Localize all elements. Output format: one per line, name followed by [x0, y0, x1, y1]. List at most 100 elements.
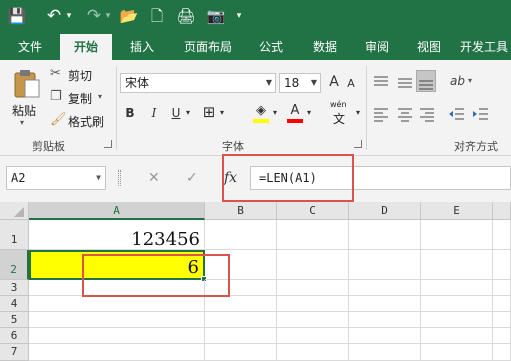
column-header-f[interactable] [493, 202, 511, 220]
row-header-5[interactable]: 5 [0, 312, 29, 328]
cell-c1[interactable] [277, 220, 349, 250]
underline-dropdown-icon[interactable]: ▾ [184, 104, 192, 122]
save-icon[interactable]: 💾 [6, 4, 28, 28]
cell-d4[interactable] [349, 296, 421, 312]
cell-f5[interactable] [493, 312, 511, 328]
font-launcher-icon[interactable] [354, 140, 362, 148]
cell-d3[interactable] [349, 280, 421, 296]
column-header-b[interactable]: B [205, 202, 277, 220]
phonetic-dropdown-icon[interactable]: ▾ [354, 104, 362, 122]
tab-formulas[interactable]: 公式 [248, 34, 294, 60]
cell-f4[interactable] [493, 296, 511, 312]
shrink-font-icon[interactable]: A [344, 75, 358, 93]
cell-f6[interactable] [493, 328, 511, 344]
align-center-icon[interactable] [396, 106, 414, 122]
cell-e4[interactable] [421, 296, 493, 312]
cell-a5[interactable] [29, 312, 205, 328]
print-preview-icon[interactable]: 🖨 [175, 4, 197, 28]
font-color-dropdown-icon[interactable]: ▾ [305, 104, 313, 122]
cell-b5[interactable] [205, 312, 277, 328]
cut-button[interactable]: ✂ 剪切 [50, 66, 110, 84]
tab-view[interactable]: 视图 [406, 34, 452, 60]
column-header-e[interactable]: E [421, 202, 493, 220]
font-color-button[interactable]: A [286, 102, 304, 124]
row-header-4[interactable]: 4 [0, 296, 29, 312]
enter-icon[interactable]: ✓ [186, 166, 198, 190]
cell-c7[interactable] [277, 344, 349, 361]
orientation-dropdown-icon[interactable]: ▾ [468, 76, 472, 85]
row-header-1[interactable]: 1 [0, 220, 29, 250]
copy-dropdown-icon[interactable]: ▾ [98, 92, 102, 101]
cell-a4[interactable] [29, 296, 205, 312]
increase-indent-icon[interactable] [472, 106, 490, 122]
cell-e6[interactable] [421, 328, 493, 344]
customize-toolbar-icon[interactable]: ▾ [233, 4, 245, 28]
cell-c5[interactable] [277, 312, 349, 328]
cell-b1[interactable] [205, 220, 277, 250]
align-top-icon[interactable] [372, 74, 390, 90]
cell-c3[interactable] [277, 280, 349, 296]
font-name-select[interactable]: 宋体 ▼ [120, 73, 276, 93]
cell-a7[interactable] [29, 344, 205, 361]
cell-e2[interactable] [421, 250, 493, 280]
name-box[interactable]: A2 ▼ [6, 166, 106, 190]
border-icon[interactable]: ⊞ [200, 103, 218, 121]
tab-developer[interactable]: 开发工具 [460, 34, 511, 60]
cell-b7[interactable] [205, 344, 277, 361]
fill-color-button[interactable]: ◈ [252, 102, 270, 124]
cell-d6[interactable] [349, 328, 421, 344]
cell-e7[interactable] [421, 344, 493, 361]
clipboard-launcher-icon[interactable] [104, 140, 112, 148]
open-folder-icon[interactable]: 📂 [118, 4, 140, 28]
cell-d2[interactable] [349, 250, 421, 280]
paste-dropdown-icon[interactable]: ▾ [20, 118, 24, 127]
column-header-c[interactable]: C [277, 202, 349, 220]
cell-a1[interactable]: 123456 [29, 220, 205, 250]
cell-f7[interactable] [493, 344, 511, 361]
cancel-icon[interactable]: ✕ [148, 166, 160, 190]
cell-e5[interactable] [421, 312, 493, 328]
bold-button[interactable]: B [122, 104, 138, 122]
tab-home[interactable]: 开始 [60, 34, 112, 60]
cell-d5[interactable] [349, 312, 421, 328]
cell-d1[interactable] [349, 220, 421, 250]
splitter-handle[interactable] [118, 170, 121, 186]
copy-button[interactable]: ❐ 复制 ▾ [50, 89, 120, 107]
cell-d7[interactable] [349, 344, 421, 361]
underline-button[interactable]: U [168, 104, 184, 122]
cell-f3[interactable] [493, 280, 511, 296]
decrease-indent-icon[interactable] [448, 106, 466, 122]
paste-button[interactable]: 粘贴 ▾ [8, 66, 44, 130]
cell-c4[interactable] [277, 296, 349, 312]
row-header-2[interactable]: 2 [0, 250, 29, 280]
redo-dropdown-icon[interactable]: ▾ [103, 4, 113, 28]
format-painter-button[interactable]: 🖌 格式刷 [50, 112, 110, 130]
undo-icon[interactable]: ↶ [44, 4, 64, 28]
row-header-7[interactable]: 7 [0, 344, 29, 361]
italic-button[interactable]: I [146, 104, 162, 122]
cell-a6[interactable] [29, 328, 205, 344]
orientation-icon[interactable]: ab [450, 74, 465, 88]
redo-icon[interactable]: ↷ [84, 4, 104, 28]
row-header-3[interactable]: 3 [0, 280, 29, 296]
cell-b4[interactable] [205, 296, 277, 312]
cell-c2[interactable] [277, 250, 349, 280]
new-document-icon[interactable]: 🗋 [147, 4, 167, 28]
tab-review[interactable]: 审阅 [354, 34, 400, 60]
select-all-corner[interactable] [0, 202, 29, 220]
cell-f2[interactable] [493, 250, 511, 280]
cell-e1[interactable] [421, 220, 493, 250]
cell-c6[interactable] [277, 328, 349, 344]
tab-insert[interactable]: 插入 [116, 34, 168, 60]
tab-data[interactable]: 数据 [302, 34, 348, 60]
tab-file[interactable]: 文件 [4, 34, 56, 60]
row-header-6[interactable]: 6 [0, 328, 29, 344]
tab-page-layout[interactable]: 页面布局 [174, 34, 242, 60]
font-size-select[interactable]: 18 ▼ [279, 73, 321, 93]
camera-icon[interactable]: 📷 [205, 4, 227, 28]
align-right-icon[interactable] [418, 106, 436, 122]
cell-f1[interactable] [493, 220, 511, 250]
border-dropdown-icon[interactable]: ▾ [218, 104, 226, 122]
column-header-a[interactable]: A [29, 202, 205, 220]
align-left-icon[interactable] [372, 106, 390, 122]
